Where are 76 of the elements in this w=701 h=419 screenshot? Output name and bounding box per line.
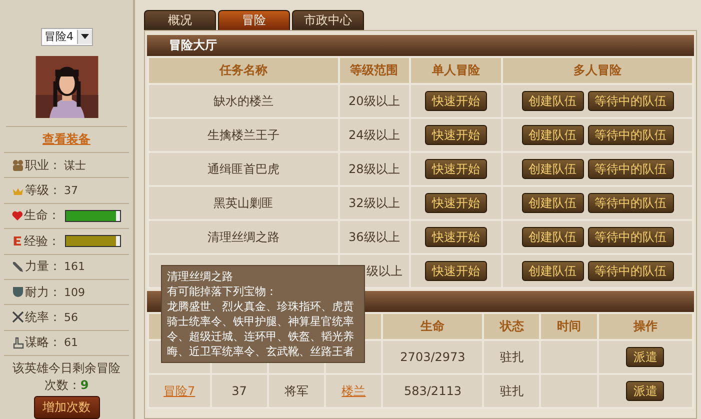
- stat-label: 生命：: [24, 207, 60, 224]
- stat-label: 力量：: [25, 258, 61, 276]
- stat-value: 161: [64, 260, 85, 274]
- tab[interactable]: 概况: [144, 10, 216, 30]
- table-cell: 驻扎: [483, 340, 540, 374]
- figures-icon: [12, 159, 24, 172]
- waiting-teams-button[interactable]: 等待中的队伍: [588, 227, 674, 247]
- create-team-button[interactable]: 创建队伍: [522, 125, 584, 145]
- shield-icon: [12, 286, 24, 298]
- column-header: 任务名称: [148, 57, 339, 84]
- table-cell: 生擒楼兰王子: [148, 118, 339, 152]
- table-cell: 通缉匪首巴虎: [148, 152, 339, 186]
- stat-value: 37: [64, 184, 78, 198]
- quick-start-button[interactable]: 快速开始: [424, 193, 487, 213]
- table-cell: 583/2113: [382, 374, 484, 408]
- table-cell: 24级以上: [338, 118, 410, 152]
- remaining-text: 该英雄今日剩余冒险 次数：9: [4, 355, 129, 394]
- waiting-teams-button[interactable]: 等待中的队伍: [588, 91, 674, 111]
- stat-label: 经验：: [24, 232, 60, 250]
- e-icon: [12, 235, 23, 248]
- quick-start-button[interactable]: 快速开始: [424, 91, 487, 111]
- dispatch-button[interactable]: 派遣: [626, 381, 664, 401]
- column-header: 操作: [598, 313, 693, 340]
- stat-label: 职业：: [25, 156, 61, 174]
- stat-label: 统率：: [25, 308, 61, 326]
- create-team-button[interactable]: 创建队伍: [522, 261, 584, 281]
- table-cell: 36级以上: [338, 220, 410, 254]
- tooltip-text: 龙腾盛世、烈火真金、珍珠指环、虎贲骑士统率令、铁甲护腿、神算星官统率令、超级迁城、连环甲、铁盔、韬光养晦、近卫军统率令、玄武靴、丝路王者: [167, 299, 355, 359]
- column-header: 单人冒险: [410, 57, 502, 84]
- crossed-swords-icon: [12, 311, 24, 324]
- stat-label: 等级：: [25, 182, 61, 200]
- table-cell: 20级以上: [338, 84, 410, 118]
- column-header: 等级范围: [338, 57, 410, 84]
- tab[interactable]: 冒险: [218, 10, 290, 30]
- column-header: 生命: [382, 313, 484, 340]
- boot-icon: [12, 336, 24, 349]
- column-header: 多人冒险: [502, 57, 693, 84]
- panel-title: 冒险大厅: [169, 37, 217, 54]
- quick-start-button[interactable]: 快速开始: [424, 125, 487, 145]
- table-cell: 将军: [284, 384, 308, 398]
- waiting-teams-button[interactable]: 等待中的队伍: [588, 125, 674, 145]
- add-count-button[interactable]: 增加次数: [34, 396, 100, 419]
- waiting-teams-button[interactable]: 等待中的队伍: [588, 159, 674, 179]
- table-cell: 驻扎: [483, 374, 540, 408]
- create-team-button[interactable]: 创建队伍: [522, 227, 584, 247]
- table-cell: 2703/2973: [382, 340, 484, 374]
- quick-start-button[interactable]: 快速开始: [424, 227, 487, 247]
- caret-icon: [80, 34, 88, 40]
- hero-dropdown[interactable]: 冒险4: [40, 28, 92, 46]
- waiting-teams-button[interactable]: 等待中的队伍: [588, 193, 674, 213]
- table-cell: 黑英山剿匪: [148, 186, 339, 220]
- create-team-button[interactable]: 创建队伍: [522, 193, 584, 213]
- stat-value: 56: [64, 310, 78, 324]
- create-team-button[interactable]: 创建队伍: [522, 159, 584, 179]
- table-cell: 32级以上: [338, 186, 410, 220]
- stat-value: 109: [64, 286, 85, 299]
- create-team-button[interactable]: 创建队伍: [522, 91, 584, 111]
- column-header: 状态: [483, 313, 540, 340]
- quick-start-button[interactable]: 快速开始: [424, 159, 487, 179]
- dispatch-button[interactable]: 派遣: [626, 347, 664, 367]
- stat-label: 耐力：: [25, 284, 61, 301]
- heart-icon: [12, 210, 23, 222]
- tab[interactable]: 市政中心: [292, 10, 364, 30]
- waiting-teams-button[interactable]: 等待中的队伍: [588, 261, 674, 281]
- sword-icon: [12, 260, 24, 273]
- table-cell: 缺水的楼兰: [148, 84, 339, 118]
- table-cell: 37: [232, 384, 247, 398]
- column-header: 时间: [540, 313, 598, 340]
- table-cell: 清理丝绸之路: [148, 220, 339, 254]
- table-cell: 28级以上: [338, 152, 410, 186]
- tooltip-title: 清理丝绸之路: [167, 269, 234, 284]
- tooltip-subtitle: 有可能掉落下列宝物：: [167, 284, 278, 299]
- stat-value: 61: [64, 336, 78, 350]
- stat-label: 谋略：: [25, 334, 61, 352]
- stat-value: 谋士: [64, 158, 86, 173]
- quick-start-button[interactable]: 快速开始: [424, 261, 487, 281]
